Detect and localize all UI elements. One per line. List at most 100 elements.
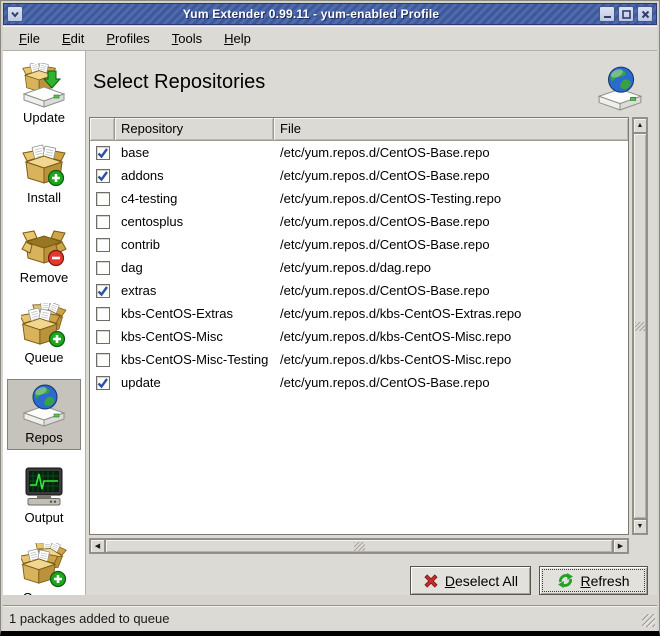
row-checkbox[interactable] bbox=[96, 261, 110, 275]
menu-item-edit[interactable]: Edit bbox=[54, 28, 92, 49]
row-checkbox[interactable] bbox=[96, 330, 110, 344]
sidebar-item-repos[interactable]: Repos bbox=[7, 379, 81, 450]
arrow-left-icon: ◀ bbox=[95, 543, 100, 550]
row-checkbox[interactable] bbox=[96, 307, 110, 321]
row-repository: kbs-CentOS-Misc-Testing bbox=[115, 352, 274, 367]
table-row[interactable]: addons /etc/yum.repos.d/CentOS-Base.repo bbox=[90, 164, 628, 187]
close-icon bbox=[640, 9, 651, 20]
page-title: Select Repositories bbox=[93, 71, 265, 94]
table-row[interactable]: base /etc/yum.repos.d/CentOS-Base.repo bbox=[90, 141, 628, 164]
menu-item-help[interactable]: Help bbox=[216, 28, 259, 49]
menu-item-profiles[interactable]: Profiles bbox=[98, 28, 157, 49]
sidebar-item-remove[interactable]: Remove bbox=[7, 219, 81, 290]
row-checkbox[interactable] bbox=[96, 215, 110, 229]
window-title: Yum Extender 0.99.11 - yum-enabled Profi… bbox=[26, 7, 596, 21]
row-file: /etc/yum.repos.d/CentOS-Base.repo bbox=[274, 214, 628, 229]
sidebar: Update Install Remove bbox=[3, 51, 86, 595]
table-row[interactable]: extras /etc/yum.repos.d/CentOS-Base.repo bbox=[90, 279, 628, 302]
row-checkbox[interactable] bbox=[96, 376, 110, 390]
sidebar-item-label: Groups bbox=[23, 590, 66, 595]
maximize-icon bbox=[621, 9, 632, 20]
titlebar: Yum Extender 0.99.11 - yum-enabled Profi… bbox=[3, 3, 657, 25]
horizontal-scrollbar-thumb[interactable] bbox=[105, 539, 613, 553]
row-file: /etc/yum.repos.d/CentOS-Base.repo bbox=[274, 237, 628, 252]
column-header-repository[interactable]: Repository bbox=[115, 118, 274, 141]
sidebar-item-label: Remove bbox=[20, 270, 68, 285]
output-monitor-icon bbox=[21, 463, 67, 509]
minimize-icon bbox=[602, 9, 613, 20]
row-checkbox[interactable] bbox=[96, 353, 110, 367]
column-header-file[interactable]: File bbox=[274, 118, 628, 141]
row-checkbox[interactable] bbox=[96, 238, 110, 252]
table-row[interactable]: dag /etc/yum.repos.d/dag.repo bbox=[90, 256, 628, 279]
horizontal-scrollbar[interactable]: ◀ ▶ bbox=[89, 538, 629, 554]
refresh-button[interactable]: Refresh bbox=[539, 566, 648, 595]
remove-box-icon bbox=[21, 223, 67, 269]
table-row[interactable]: contrib /etc/yum.repos.d/CentOS-Base.rep… bbox=[90, 233, 628, 256]
sidebar-item-groups[interactable]: Groups bbox=[7, 539, 81, 595]
vertical-scrollbar-thumb[interactable] bbox=[633, 133, 647, 519]
row-checkbox[interactable] bbox=[96, 284, 110, 298]
row-checkbox[interactable] bbox=[96, 146, 110, 160]
row-checkbox[interactable] bbox=[96, 169, 110, 183]
row-file: /etc/yum.repos.d/kbs-CentOS-Misc.repo bbox=[274, 352, 628, 367]
menu-item-file[interactable]: File bbox=[11, 28, 48, 49]
scroll-down-button[interactable]: ▼ bbox=[633, 519, 647, 534]
row-file: /etc/yum.repos.d/CentOS-Testing.repo bbox=[274, 191, 628, 206]
main-content: Select Repositories Repository File bbox=[86, 51, 657, 595]
row-repository: dag bbox=[115, 260, 274, 275]
row-repository: kbs-CentOS-Extras bbox=[115, 306, 274, 321]
sidebar-item-install[interactable]: Install bbox=[7, 139, 81, 210]
install-box-icon bbox=[21, 143, 67, 189]
table-row[interactable]: kbs-CentOS-Misc /etc/yum.repos.d/kbs-Cen… bbox=[90, 325, 628, 348]
window-body: Update Install Remove bbox=[3, 51, 657, 595]
window-menu-button[interactable] bbox=[7, 6, 23, 22]
repositories-table-zone: Repository File base /etc/yum.repos.d/Ce… bbox=[89, 117, 648, 535]
sidebar-item-label: Repos bbox=[25, 430, 63, 445]
scrollbar-grip bbox=[635, 322, 646, 331]
row-repository: c4-testing bbox=[115, 191, 274, 206]
row-checkbox[interactable] bbox=[96, 192, 110, 206]
row-repository: kbs-CentOS-Misc bbox=[115, 329, 274, 344]
heading-row: Select Repositories bbox=[89, 61, 648, 117]
chevron-down-icon bbox=[9, 8, 21, 20]
scroll-right-button[interactable]: ▶ bbox=[613, 539, 628, 553]
sidebar-item-output[interactable]: Output bbox=[7, 459, 81, 530]
row-repository: addons bbox=[115, 168, 274, 183]
row-repository: extras bbox=[115, 283, 274, 298]
table-row[interactable]: centosplus /etc/yum.repos.d/CentOS-Base.… bbox=[90, 210, 628, 233]
arrow-up-icon: ▲ bbox=[637, 122, 644, 129]
close-button[interactable] bbox=[637, 6, 653, 22]
row-repository: centosplus bbox=[115, 214, 274, 229]
maximize-button[interactable] bbox=[618, 6, 634, 22]
scroll-up-button[interactable]: ▲ bbox=[633, 118, 647, 133]
deselect-all-button[interactable]: Deselect All bbox=[410, 566, 531, 595]
table-row[interactable]: c4-testing /etc/yum.repos.d/CentOS-Testi… bbox=[90, 187, 628, 210]
menu-item-tools[interactable]: Tools bbox=[164, 28, 210, 49]
row-file: /etc/yum.repos.d/kbs-CentOS-Extras.repo bbox=[274, 306, 628, 321]
table-row[interactable]: kbs-CentOS-Extras /etc/yum.repos.d/kbs-C… bbox=[90, 302, 628, 325]
row-repository: contrib bbox=[115, 237, 274, 252]
sidebar-item-queue[interactable]: Queue bbox=[7, 299, 81, 370]
sidebar-item-update[interactable]: Update bbox=[7, 59, 81, 130]
column-header-checkbox[interactable] bbox=[90, 118, 115, 141]
resize-grip[interactable] bbox=[642, 614, 655, 627]
scroll-left-button[interactable]: ◀ bbox=[90, 539, 105, 553]
minimize-button[interactable] bbox=[599, 6, 615, 22]
row-file: /etc/yum.repos.d/CentOS-Base.repo bbox=[274, 375, 628, 390]
statusbar: 1 packages added to queue bbox=[3, 605, 657, 631]
red-x-icon bbox=[423, 573, 439, 589]
repositories-table: Repository File base /etc/yum.repos.d/Ce… bbox=[89, 117, 629, 535]
row-file: /etc/yum.repos.d/CentOS-Base.repo bbox=[274, 283, 628, 298]
arrow-down-icon: ▼ bbox=[637, 523, 644, 530]
row-file: /etc/yum.repos.d/CentOS-Base.repo bbox=[274, 168, 628, 183]
scrollbar-grip bbox=[354, 542, 365, 551]
groups-box-icon bbox=[21, 543, 67, 589]
row-file: /etc/yum.repos.d/kbs-CentOS-Misc.repo bbox=[274, 329, 628, 344]
table-header: Repository File bbox=[90, 118, 628, 141]
queue-box-icon bbox=[21, 303, 67, 349]
menubar: File Edit Profiles Tools Help bbox=[3, 26, 657, 51]
table-row[interactable]: kbs-CentOS-Misc-Testing /etc/yum.repos.d… bbox=[90, 348, 628, 371]
table-row[interactable]: update /etc/yum.repos.d/CentOS-Base.repo bbox=[90, 371, 628, 394]
vertical-scrollbar[interactable]: ▲ ▼ bbox=[632, 117, 648, 535]
